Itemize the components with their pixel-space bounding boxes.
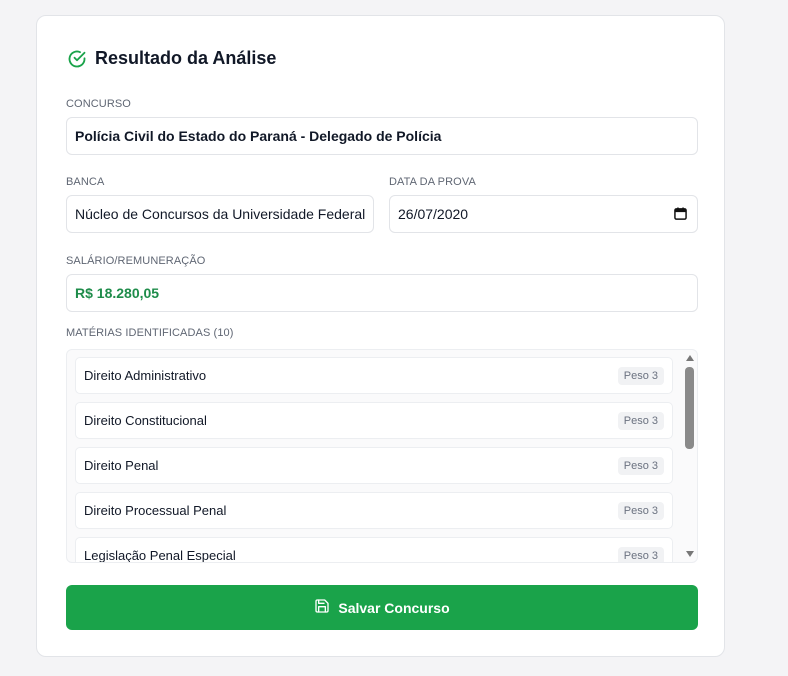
save-icon [314, 598, 330, 617]
list-item[interactable]: Direito Administrativo Peso 3 [75, 357, 673, 394]
data-prova-field[interactable]: 26/07/2020 [389, 195, 698, 233]
save-button-label: Salvar Concurso [338, 599, 450, 616]
scroll-down-arrow-icon[interactable] [686, 551, 694, 557]
salario-field[interactable]: R$ 18.280,05 [66, 274, 698, 312]
salario-value: R$ 18.280,05 [75, 285, 160, 301]
scrollbar-thumb[interactable] [685, 367, 694, 449]
banca-field[interactable]: Núcleo de Concursos da Universidade Fede… [66, 195, 374, 233]
materia-name: Legislação Penal Especial [84, 548, 236, 563]
weight-badge: Peso 3 [617, 411, 664, 430]
title-row: Resultado da Análise [67, 48, 276, 69]
materias-list[interactable]: Direito Administrativo Peso 3 Direito Co… [66, 349, 698, 563]
concurso-value: Polícia Civil do Estado do Paraná - Dele… [75, 128, 442, 144]
materia-name: Direito Processual Penal [84, 503, 227, 518]
list-item[interactable]: Legislação Penal Especial Peso 3 [75, 537, 673, 563]
calendar-icon[interactable] [674, 207, 687, 223]
materias-label: MATÉRIAS IDENTIFICADAS (10) [66, 327, 234, 339]
data-prova-label: DATA DA PROVA [389, 176, 476, 188]
weight-badge: Peso 3 [617, 366, 664, 385]
page-title: Resultado da Análise [95, 48, 277, 68]
banca-label: BANCA [66, 176, 105, 188]
list-item[interactable]: Direito Processual Penal Peso 3 [75, 492, 673, 529]
list-item[interactable]: Direito Constitucional Peso 3 [75, 402, 673, 439]
data-prova-value: 26/07/2020 [398, 206, 469, 222]
check-circle-icon [67, 49, 87, 69]
materia-name: Direito Penal [84, 458, 159, 473]
materia-name: Direito Administrativo [84, 368, 207, 383]
concurso-label: CONCURSO [66, 98, 131, 110]
concurso-field[interactable]: Polícia Civil do Estado do Paraná - Dele… [66, 117, 698, 155]
scroll-up-arrow-icon[interactable] [686, 355, 694, 361]
weight-badge: Peso 3 [617, 501, 664, 520]
salario-label: SALÁRIO/REMUNERAÇÃO [66, 255, 206, 267]
weight-badge: Peso 3 [617, 456, 664, 475]
save-concurso-button[interactable]: Salvar Concurso [66, 585, 698, 630]
analysis-result-card: Resultado da Análise CONCURSO Polícia Ci… [36, 15, 725, 657]
banca-value: Núcleo de Concursos da Universidade Fede… [75, 206, 366, 222]
weight-badge: Peso 3 [617, 546, 664, 562]
materia-name: Direito Constitucional [84, 413, 207, 428]
list-scrollbar[interactable] [682, 350, 697, 562]
list-item[interactable]: Direito Penal Peso 3 [75, 447, 673, 484]
